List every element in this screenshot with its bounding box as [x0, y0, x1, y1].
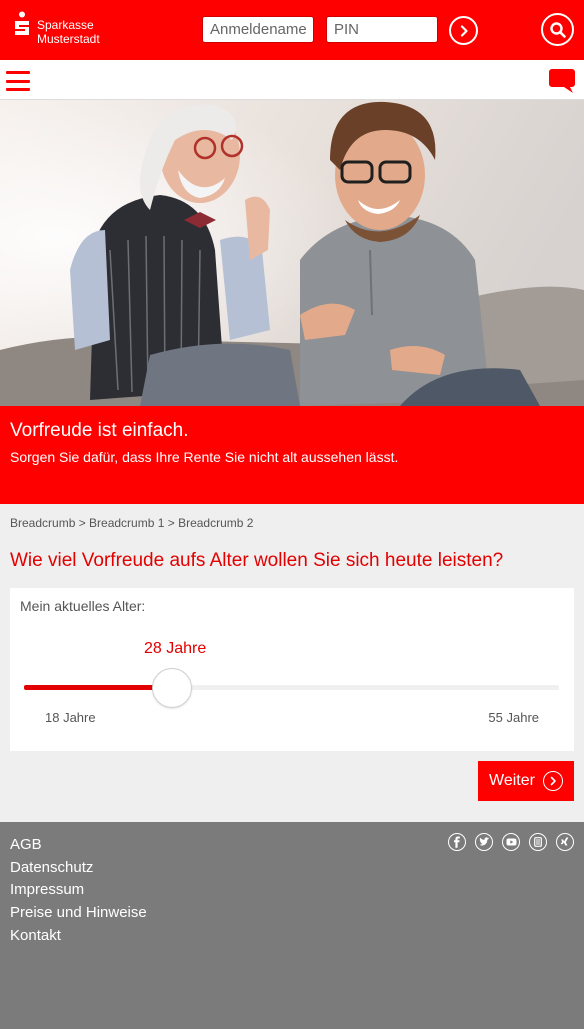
sparkasse-logo[interactable]: Sparkasse Musterstadt: [12, 11, 100, 46]
footer-link-kontakt[interactable]: Kontakt: [10, 925, 147, 948]
age-label: Mein aktuelles Alter:: [20, 598, 146, 614]
footer-link-preise[interactable]: Preise und Hinweise: [10, 902, 147, 925]
username-input[interactable]: [202, 16, 314, 43]
slider-max-label: 55 Jahre: [488, 710, 539, 725]
footer-link-impressum[interactable]: Impressum: [10, 879, 147, 902]
app-icon[interactable]: [529, 833, 547, 851]
hamburger-menu-icon[interactable]: [6, 69, 30, 93]
slider-thumb[interactable]: [151, 668, 192, 708]
hero-illustration: [0, 100, 584, 406]
login-submit-button[interactable]: [449, 16, 478, 45]
age-slider-card: Mein aktuelles Alter: 28 Jahre 18 Jahre …: [10, 588, 574, 751]
hero-image: [0, 100, 584, 406]
teaser-banner: Vorfreude ist einfach. Sorgen Sie dafür,…: [0, 406, 584, 504]
chat-bubble-icon[interactable]: [548, 68, 576, 94]
footer: AGB Datenschutz Impressum Preise und Hin…: [0, 822, 584, 1029]
teaser-subtitle: Sorgen Sie dafür, dass Ihre Rente Sie ni…: [10, 449, 399, 465]
youtube-icon[interactable]: [502, 833, 520, 851]
footer-link-agb[interactable]: AGB: [10, 834, 147, 857]
footer-links: AGB Datenschutz Impressum Preise und Hin…: [10, 834, 147, 948]
facebook-icon[interactable]: [448, 833, 466, 851]
next-button[interactable]: Weiter: [478, 761, 574, 801]
teaser-title: Vorfreude ist einfach.: [10, 420, 189, 441]
slider-track-fill: [24, 685, 172, 690]
xing-icon[interactable]: [556, 833, 574, 851]
navigation-bar: [0, 60, 584, 100]
chevron-right-icon: [460, 24, 468, 37]
age-value-label: 28 Jahre: [144, 640, 207, 657]
top-bar: Sparkasse Musterstadt: [0, 0, 584, 60]
chevron-right-circle-icon: [542, 771, 563, 791]
sparkasse-s-icon: [15, 11, 29, 35]
twitter-icon[interactable]: [475, 833, 493, 851]
brand-line-2: Musterstadt: [37, 32, 100, 46]
brand-line-1: Sparkasse: [37, 18, 94, 32]
breadcrumb[interactable]: Breadcrumb > Breadcrumb 1 > Breadcrumb 2: [10, 516, 253, 530]
search-button[interactable]: [541, 13, 574, 46]
search-icon: [549, 21, 566, 38]
brand-name: Sparkasse Musterstadt: [37, 18, 100, 46]
page-question: Wie viel Vorfreude aufs Alter wollen Sie…: [10, 550, 504, 571]
next-button-label: Weiter: [489, 772, 535, 789]
slider-min-label: 18 Jahre: [45, 710, 96, 725]
footer-link-datenschutz[interactable]: Datenschutz: [10, 857, 147, 880]
pin-input[interactable]: [326, 16, 438, 43]
